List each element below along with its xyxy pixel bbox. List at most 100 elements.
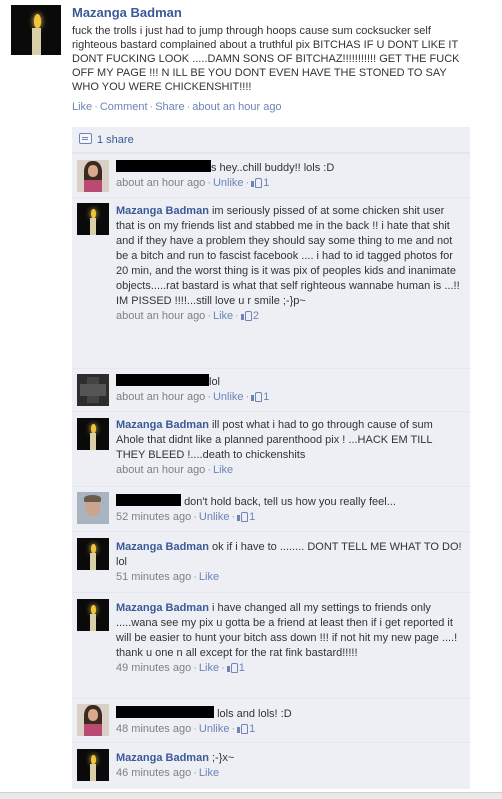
commenter-name[interactable]: Mazanga Badman: [116, 602, 209, 614]
comment-meta: 48 minutes ago · Unlike · 1: [116, 722, 462, 736]
candle-flame-icon: [91, 423, 96, 433]
commenter-name[interactable]: Mazanga Badman: [116, 752, 209, 764]
like-count[interactable]: 1: [237, 511, 255, 523]
comment: lols and lols! :D 48 minutes ago · Unlike ·…: [72, 698, 470, 742]
comment-timestamp[interactable]: 46 minutes ago: [116, 767, 191, 779]
comment: Mazanga Badman im seriously pissed of at…: [72, 197, 470, 368]
commenter-name[interactable]: Mazanga Badman: [116, 419, 209, 431]
share-icon: [79, 133, 92, 144]
story-timestamp[interactable]: about an hour ago: [192, 101, 281, 113]
comment-body: lols and lols! :D 48 minutes ago · Unlike ·…: [116, 706, 462, 736]
commenter-avatar[interactable]: [77, 749, 109, 781]
comment-text: lol: [209, 376, 221, 388]
candle-flame-icon: [91, 604, 96, 614]
like-link[interactable]: Like: [213, 464, 233, 476]
like-count-value: 1: [263, 177, 270, 189]
like-link[interactable]: Like: [213, 310, 233, 322]
bottom-scrollbar[interactable]: [0, 792, 502, 799]
commenter-avatar[interactable]: [77, 538, 109, 570]
comment-meta: 51 minutes ago · Like: [116, 570, 462, 584]
commenter-avatar[interactable]: [77, 374, 109, 406]
comment-timestamp[interactable]: about an hour ago: [116, 391, 205, 403]
like-count-value: 1: [238, 662, 245, 674]
unlike-link[interactable]: Unlike: [213, 391, 244, 403]
separator-dot: ·: [231, 723, 236, 735]
avatar-shirt: [84, 179, 102, 192]
separator-dot: ·: [221, 662, 225, 674]
commenter-name[interactable]: Mazanga Badman: [116, 205, 209, 217]
comment-timestamp[interactable]: 48 minutes ago: [116, 723, 191, 735]
comment-meta: about an hour ago · Like: [116, 463, 462, 477]
comment-text: don't hold back, tell us how you really …: [184, 496, 396, 508]
unlike-link[interactable]: Unlike: [199, 723, 230, 735]
comment-timestamp[interactable]: 49 minutes ago: [116, 662, 191, 674]
comment-timestamp[interactable]: about an hour ago: [116, 464, 205, 476]
story-message: fuck the trolls i just had to jump throu…: [72, 25, 460, 93]
commenter-avatar[interactable]: [77, 203, 109, 235]
commenter-name[interactable]: Mazanga Badman: [116, 541, 209, 553]
unlike-link[interactable]: Unlike: [199, 511, 230, 523]
comment: Mazanga Badman ok if i have to ........ …: [72, 531, 470, 592]
candle-icon: [32, 28, 41, 55]
candle-icon: [90, 763, 97, 781]
like-link[interactable]: Like: [199, 571, 219, 583]
separator-dot: ·: [235, 310, 239, 322]
separator-dot: ·: [193, 571, 197, 583]
like-count[interactable]: 2: [240, 310, 259, 322]
share-link[interactable]: Share: [155, 101, 184, 113]
like-count-value: 2: [252, 310, 259, 322]
candle-flame-icon: [91, 208, 96, 218]
like-count[interactable]: 1: [237, 723, 255, 735]
separator-dot: ·: [94, 101, 98, 113]
thumbs-up-icon: [237, 724, 249, 734]
candle-flame-icon: [33, 14, 41, 28]
comment-meta: about an hour ago · Unlike · 1: [116, 390, 462, 404]
thumbs-up-icon: [237, 512, 249, 522]
separator-dot: ·: [193, 662, 197, 674]
share-count[interactable]: 1 share: [97, 134, 134, 146]
commenter-avatar[interactable]: [77, 704, 109, 736]
comment-body: Mazanga Badman im seriously pissed of at…: [116, 204, 462, 323]
comment: don't hold back, tell us how you really …: [72, 486, 470, 531]
separator-dot: ·: [207, 391, 211, 403]
comment-timestamp[interactable]: 51 minutes ago: [116, 571, 191, 583]
comment-body: Mazanga Badman ill post what i had to go…: [116, 418, 462, 477]
comment: Mazanga Badman i have changed all my set…: [72, 592, 470, 698]
author-avatar[interactable]: [11, 5, 61, 55]
comment-body: s hey..chill buddy!! lols :D about an ho…: [116, 160, 462, 190]
candle-icon: [90, 432, 97, 450]
candle-icon: [90, 217, 97, 235]
story-author-name[interactable]: Mazanga Badman: [72, 5, 492, 21]
comment-body: Mazanga Badman i have changed all my set…: [116, 601, 462, 675]
avatar-hair: [84, 495, 101, 503]
commenter-avatar[interactable]: [77, 492, 109, 524]
avatar-face: [87, 165, 99, 177]
like-link[interactable]: Like: [199, 662, 219, 674]
like-count-value: 1: [249, 511, 256, 523]
comment: Mazanga Badman ;-}x~ 46 minutes ago · Like: [72, 742, 470, 789]
commenter-avatar[interactable]: [77, 160, 109, 192]
thumbs-up-icon: [251, 178, 263, 188]
story-actions: Like · Comment · Share · about an hour ago: [72, 100, 492, 114]
share-count-row[interactable]: 1 share: [72, 127, 470, 153]
comment-meta: 49 minutes ago · Like · 1: [116, 661, 462, 675]
commenter-avatar[interactable]: [77, 418, 109, 450]
like-count[interactable]: 1: [251, 391, 269, 403]
comment-text: ;-}x~: [211, 752, 235, 764]
like-count[interactable]: 1: [251, 177, 269, 189]
commenter-avatar[interactable]: [77, 599, 109, 631]
comment-timestamp[interactable]: about an hour ago: [116, 310, 205, 322]
comment-timestamp[interactable]: about an hour ago: [116, 177, 205, 189]
separator-dot: ·: [207, 464, 211, 476]
separator-dot: ·: [231, 511, 236, 523]
like-link[interactable]: Like: [72, 101, 92, 113]
avatar-shirt: [84, 723, 102, 736]
unlike-link[interactable]: Unlike: [213, 177, 244, 189]
comment-timestamp[interactable]: 52 minutes ago: [116, 511, 191, 523]
like-link[interactable]: Like: [199, 767, 219, 779]
like-count[interactable]: 1: [226, 662, 245, 674]
thumbs-up-icon: [251, 392, 263, 402]
comment-text: im seriously pissed of at some chicken s…: [116, 205, 460, 307]
separator-dot: ·: [193, 767, 197, 779]
comment-link[interactable]: Comment: [100, 101, 148, 113]
